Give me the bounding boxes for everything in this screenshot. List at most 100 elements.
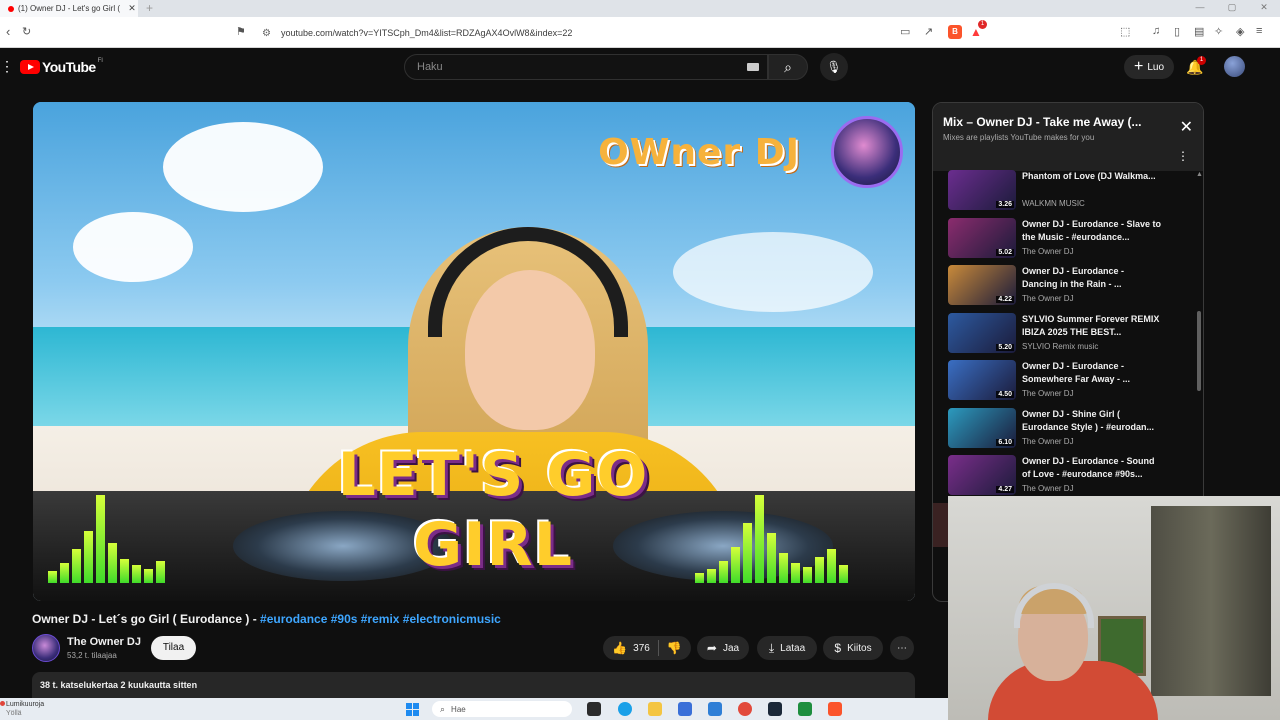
playlist-item[interactable]: 6.10 Owner DJ - Shine Girl ( Eurodance St…	[943, 407, 1193, 452]
store-icon[interactable]	[678, 702, 692, 716]
taskbar-search[interactable]: ⌕ Hae	[432, 701, 572, 717]
playlist-item-channel: WALKMN MUSIC	[1022, 199, 1085, 208]
playlist-item-title[interactable]: Phantom of Love (DJ Walkma...	[1022, 170, 1162, 183]
youtube-logo[interactable]: YouTube FI	[20, 58, 103, 75]
outlook-icon[interactable]	[708, 702, 722, 716]
sidebar-icon[interactable]: ▯	[1174, 25, 1180, 38]
tab-title: (1) Owner DJ - Let's go Girl (	[18, 4, 120, 13]
playlist-item-thumbnail[interactable]: 4.27	[948, 455, 1016, 495]
equalizer-bar	[84, 531, 93, 583]
more-horizontal-icon: ⋯	[897, 642, 907, 654]
weather-sub: Yöllä	[6, 710, 22, 717]
browser-tabstrip: (1) Owner DJ - Let's go Girl ( ✕ + — ▢ ✕	[0, 0, 1280, 17]
address-bar[interactable]: ⚙ youtube.com/watch?v=YITSCph_Dm4&list=R…	[252, 23, 992, 43]
chrome-icon[interactable]	[738, 702, 752, 716]
share-icon[interactable]: ↗	[924, 25, 933, 38]
like-icon[interactable]: 👍	[612, 641, 627, 655]
playlist-item-thumbnail[interactable]: 4.22	[948, 265, 1016, 305]
app-icon[interactable]	[798, 702, 812, 716]
playlist-item-title[interactable]: SYLVIO Summer Forever REMIX IBIZA 2025 T…	[1022, 313, 1162, 339]
file-explorer-icon[interactable]	[648, 702, 662, 716]
window-controls: — ▢ ✕	[1184, 0, 1280, 17]
keyboard-icon[interactable]	[747, 63, 759, 71]
close-playlist-icon[interactable]: ✕	[1180, 117, 1193, 137]
like-count[interactable]: 376	[633, 643, 650, 654]
brave-shields-icon[interactable]: B	[948, 25, 962, 39]
share-arrow-icon: ➦	[706, 641, 717, 655]
video-hashtags[interactable]: #eurodance #90s #remix #electronicmusic	[260, 612, 501, 626]
playlist-item-thumbnail[interactable]: 5.20	[948, 312, 1016, 353]
equalizer-bar	[803, 567, 812, 583]
wallet-icon[interactable]: ▤	[1194, 25, 1204, 38]
playlist-item-channel: The Owner DJ	[1022, 436, 1074, 446]
reload-icon[interactable]: ↻	[22, 25, 31, 39]
equalizer-bar	[132, 565, 141, 583]
close-window-icon[interactable]: ✕	[1248, 0, 1280, 17]
close-tab-icon[interactable]: ✕	[126, 3, 138, 14]
download-button[interactable]: ⤓ Lataa	[757, 636, 817, 660]
playlist-item-thumbnail[interactable]: 5.02	[948, 217, 1016, 258]
equalizer-bar	[60, 563, 69, 583]
playlist-title[interactable]: Mix – Owner DJ - Take me Away (...	[943, 115, 1153, 129]
search-icon: ⌕	[784, 59, 792, 75]
playlist-item-title[interactable]: Owner DJ - Eurodance - Sound of Love - #…	[1022, 455, 1162, 481]
steam-icon[interactable]	[768, 702, 782, 716]
vpn-icon[interactable]: ◈	[1236, 25, 1244, 38]
playlist-item[interactable]: 4.27 Owner DJ - Eurodance - Sound of Love…	[943, 455, 1193, 499]
dislike-icon[interactable]: 👎	[667, 641, 682, 655]
maximize-icon[interactable]: ▢	[1216, 0, 1248, 17]
playlist-item-thumbnail[interactable]: 3.26	[948, 170, 1016, 210]
playlist-item-title[interactable]: Owner DJ - Eurodance - Somewhere Far Awa…	[1022, 360, 1162, 386]
search-button[interactable]: ⌕	[768, 54, 808, 80]
download-icon: ⤓	[768, 640, 775, 655]
menu-icon[interactable]: ≡	[1256, 25, 1262, 37]
account-avatar[interactable]	[1224, 56, 1245, 77]
playlist-item-thumbnail[interactable]: 6.10	[948, 407, 1016, 448]
like-dislike-group: 👍 376 👎	[603, 636, 691, 660]
equalizer-bar	[707, 569, 716, 583]
playlist-more-icon[interactable]: ⋮	[1177, 149, 1189, 163]
subscribe-button[interactable]: Tilaa	[151, 636, 196, 660]
playlist-item-title[interactable]: Owner DJ - Eurodance - Slave to the Musi…	[1022, 218, 1162, 244]
media-icon[interactable]: ♫	[1152, 25, 1160, 37]
playlist-item-thumbnail[interactable]: 4.50	[948, 360, 1016, 400]
video-player[interactable]: OWner DJ LET'S GO GIRL	[33, 102, 915, 601]
cast-icon[interactable]: ▭	[900, 25, 910, 38]
browser-tab[interactable]: (1) Owner DJ - Let's go Girl ( ✕	[0, 0, 138, 17]
share-button[interactable]: ➦ Jaa	[697, 636, 749, 660]
channel-avatar[interactable]	[32, 634, 60, 662]
extensions-icon[interactable]: ⬚	[1120, 25, 1130, 38]
playlist-item[interactable]: 4.50 Owner DJ - Eurodance - Somewhere Far…	[943, 360, 1193, 404]
create-label: Luo	[1147, 61, 1165, 73]
playlist-item[interactable]: 5.20 SYLVIO Summer Forever REMIX IBIZA 20…	[943, 312, 1193, 357]
site-settings-icon[interactable]: ⚙	[262, 28, 271, 39]
thanks-button[interactable]: $ Kiitos	[823, 636, 883, 660]
leo-icon[interactable]: ✧	[1214, 25, 1223, 38]
playlist-item-title[interactable]: Owner DJ - Shine Girl ( Eurodance Style …	[1022, 408, 1162, 434]
playlist-item[interactable]: 4.22 Owner DJ - Eurodance - Dancing in th…	[943, 265, 1193, 309]
task-view-icon[interactable]	[587, 702, 601, 716]
playlist-item-duration: 3.26	[996, 201, 1014, 208]
back-icon[interactable]: ‹	[6, 25, 10, 39]
playlist-item[interactable]: 5.02 Owner DJ - Eurodance - Slave to the …	[943, 217, 1193, 262]
playlist-scrollbar[interactable]	[1197, 311, 1201, 391]
playlist-item[interactable]: 3.26 Phantom of Love (DJ Walkma... WALKMN …	[943, 170, 1193, 214]
create-button[interactable]: + Luo	[1124, 55, 1174, 79]
scroll-up-icon[interactable]: ▲	[1196, 171, 1203, 178]
weather-widget[interactable]: Lumikuuroja Yöllä	[0, 700, 44, 718]
minimize-icon[interactable]: —	[1184, 0, 1216, 17]
voice-search-button[interactable]: 🎙	[820, 53, 848, 81]
views-and-date: 38 t. katselukertaa 2 kuukautta sitten	[40, 680, 198, 690]
bookmark-icon[interactable]: ⚑	[236, 25, 246, 39]
more-actions-button[interactable]: ⋯	[890, 636, 914, 660]
edge-icon[interactable]	[618, 702, 632, 716]
webcam-curtain	[1151, 506, 1271, 696]
new-tab-icon[interactable]: +	[146, 1, 153, 15]
playlist-item-title[interactable]: Owner DJ - Eurodance - Dancing in the Ra…	[1022, 265, 1162, 291]
brave-icon[interactable]	[828, 702, 842, 716]
hamburger-menu-icon[interactable]: ⋮	[0, 58, 14, 75]
channel-name[interactable]: The Owner DJ	[67, 636, 141, 648]
windows-start-icon[interactable]	[406, 703, 419, 716]
equalizer-bar	[779, 553, 788, 583]
search-input[interactable]: Haku	[404, 54, 768, 80]
